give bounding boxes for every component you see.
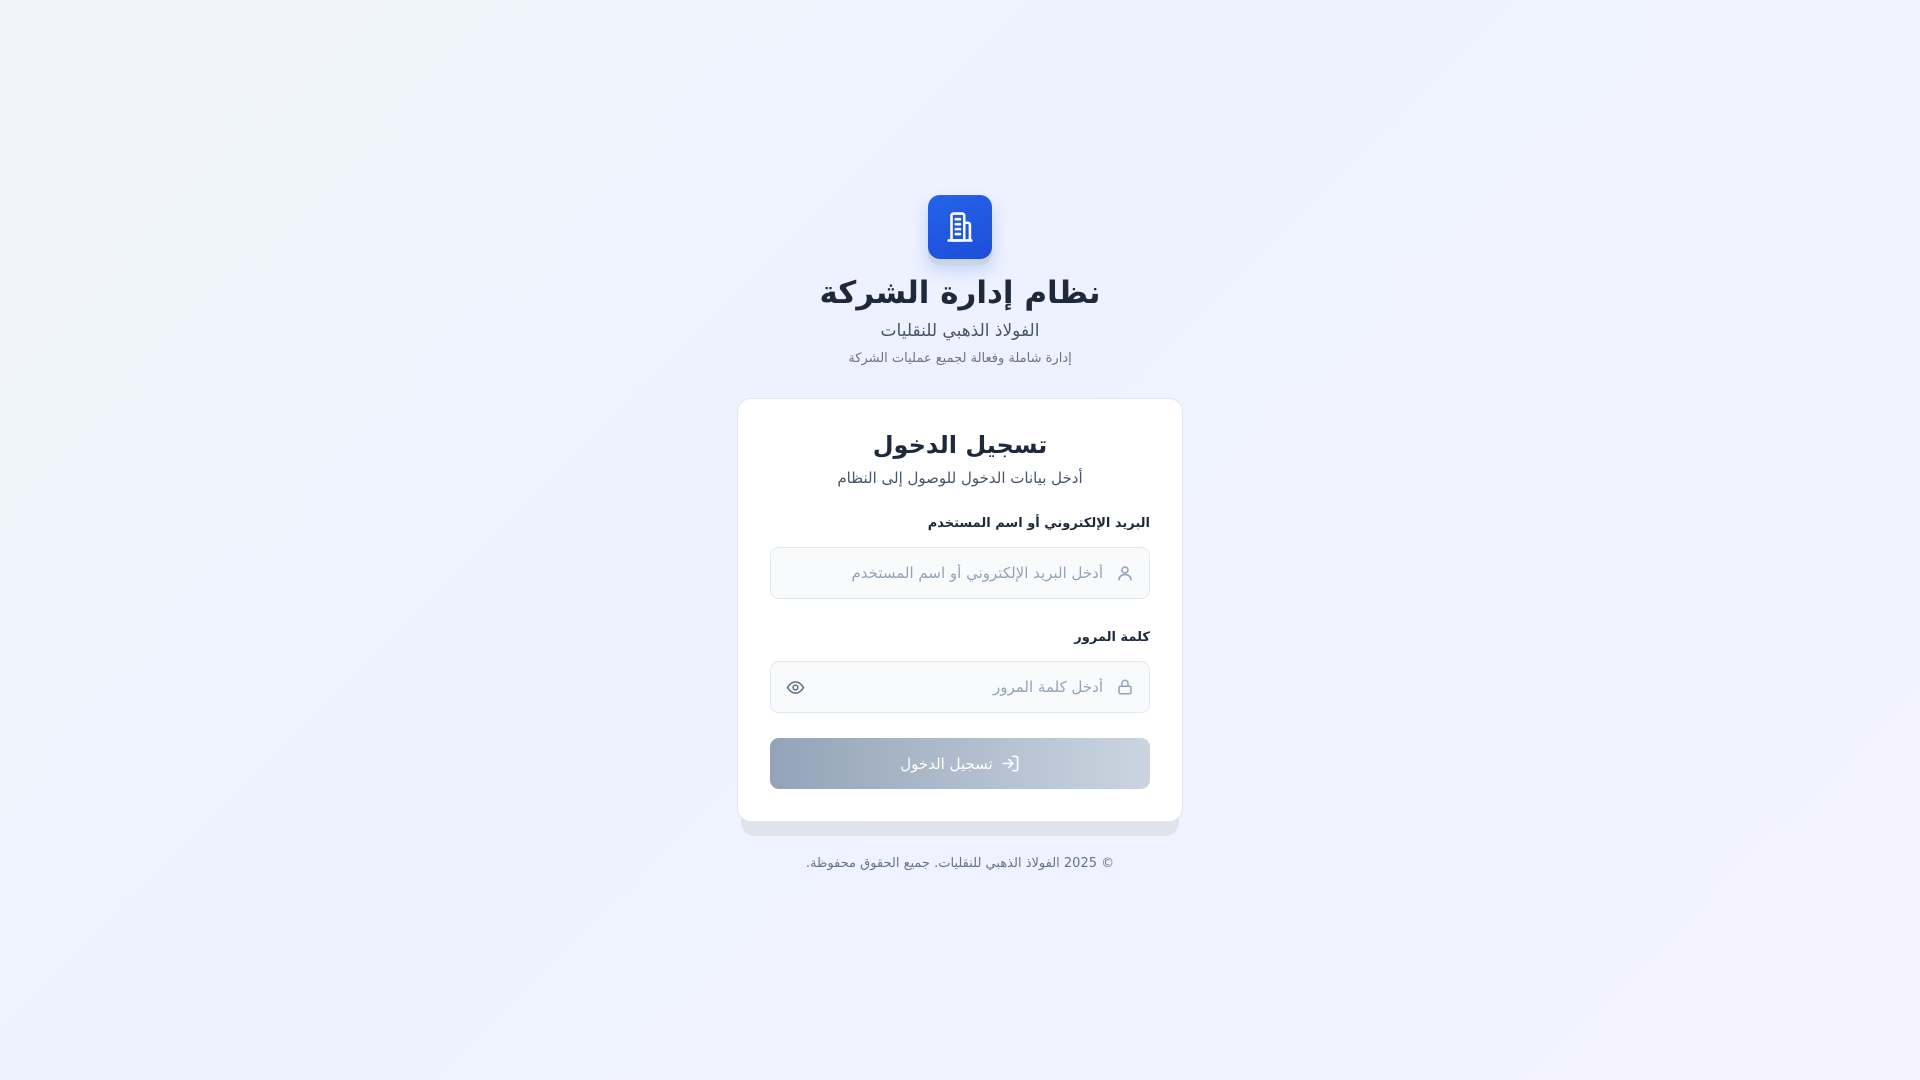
password-input[interactable] [817, 678, 1103, 696]
app-logo [928, 195, 992, 259]
app-title: نظام إدارة الشركة [819, 275, 1101, 311]
login-subtitle: أدخل بيانات الدخول للوصول إلى النظام [837, 469, 1083, 487]
company-name: الفولاذ الذهبي للنقليات [880, 321, 1040, 341]
log-in-icon [1001, 754, 1020, 773]
login-page: نظام إدارة الشركة الفولاذ الذهبي للنقليا… [0, 0, 1920, 1080]
username-label: البريد الإلكتروني أو اسم المستخدم [927, 516, 1150, 531]
lock-icon [1115, 677, 1135, 697]
footer-copyright: © 2025 الفولاذ الذهبي للنقليات. جميع الح… [805, 856, 1115, 871]
login-card-wrapper: تسجيل الدخول أدخل بيانات الدخول للوصول إ… [737, 398, 1183, 836]
login-button[interactable]: تسجيل الدخول [770, 738, 1150, 789]
app-tagline: إدارة شاملة وفعالة لجميع عمليات الشركة [848, 351, 1072, 366]
password-field-box[interactable] [770, 661, 1150, 713]
username-field-box[interactable] [770, 547, 1150, 599]
user-icon [1115, 563, 1135, 583]
password-label: كلمة المرور [1074, 630, 1150, 645]
login-title: تسجيل الدخول [872, 431, 1048, 459]
eye-icon[interactable] [785, 677, 805, 697]
building-icon [947, 212, 973, 242]
username-input[interactable] [785, 564, 1103, 582]
login-button-label: تسجيل الدخول [900, 754, 993, 773]
login-card: تسجيل الدخول أدخل بيانات الدخول للوصول إ… [737, 398, 1183, 822]
